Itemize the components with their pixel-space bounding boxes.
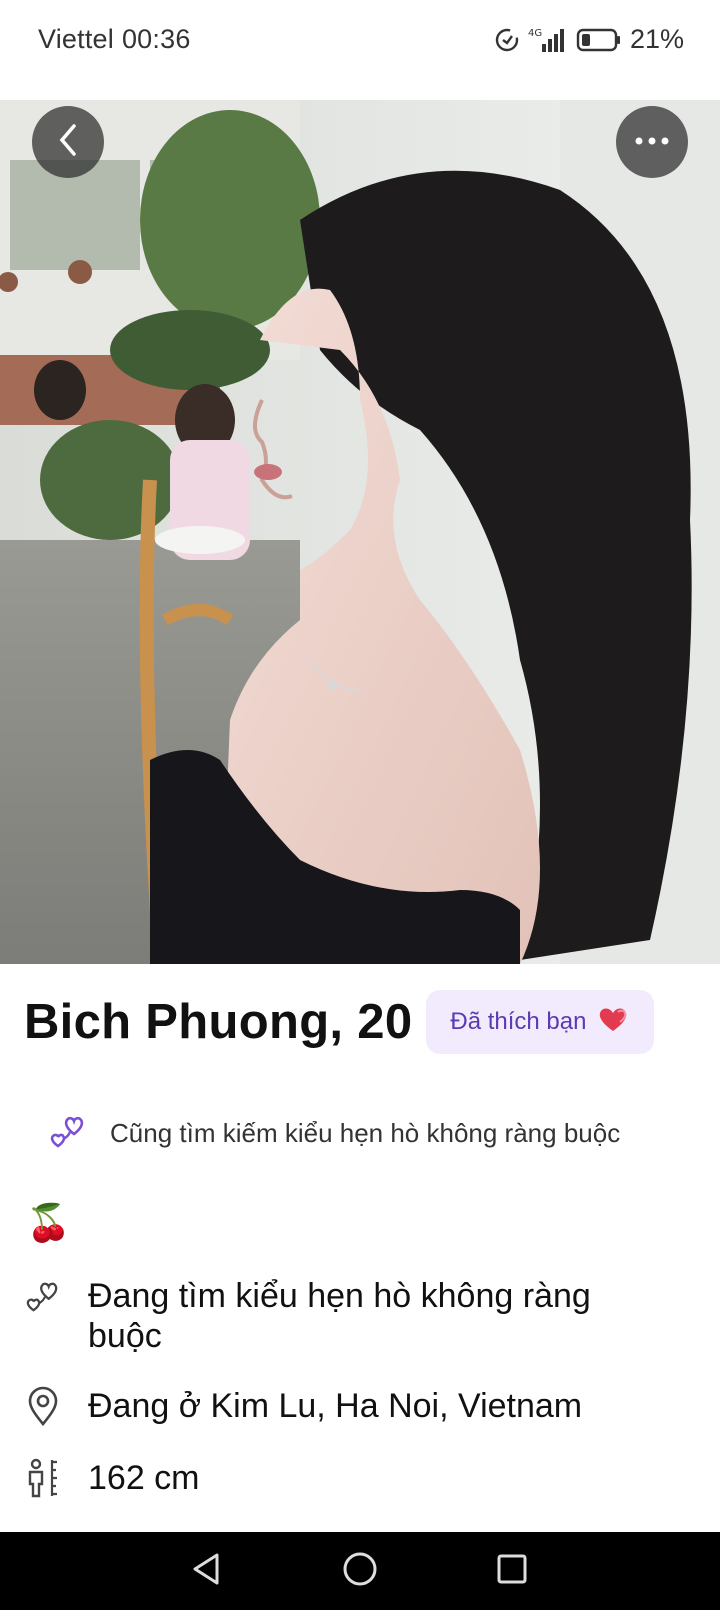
profile-name-age: Bich Phuong, 20 [24,995,413,1049]
hearts-link-icon [48,1112,88,1155]
status-bar: Viettel 00:36 4G 21% [0,0,720,100]
name-row: Bich Phuong, 20 Đã thích bạn [24,990,655,1054]
svg-text:4G: 4G [528,28,542,39]
carrier-name: Viettel [38,24,114,54]
hearts-outline-icon [24,1276,62,1323]
signal-icon: 4G [528,26,568,54]
photo-illustration [0,100,720,964]
data-saver-icon [494,27,520,53]
battery-percent: 21% [629,24,684,54]
clock: 00:36 [121,24,191,54]
nav-home-button[interactable] [320,1532,400,1610]
location-text: Đang ở Kim Lu, Ha Noi, Vietnam [88,1387,583,1425]
heart-icon [596,1004,630,1041]
status-left: Viettel 00:36 [38,24,191,55]
height-text: 162 cm [88,1459,200,1497]
nav-back-button[interactable] [166,1532,246,1610]
profile-photo[interactable] [0,100,720,964]
height-row: 162 cm [24,1458,668,1507]
looking-for-row: Đang tìm kiểu hẹn hò không ràng buộc [24,1276,668,1356]
location-pin-icon [24,1386,62,1435]
square-recent-icon [495,1552,529,1591]
cherry-emoji: 🍒 [26,1202,71,1243]
more-horizontal-icon [634,133,670,151]
battery-icon [576,27,622,53]
looking-for-text: Đang tìm kiểu hẹn hò không ràng buộc [88,1277,591,1355]
back-button[interactable] [32,106,104,178]
match-note-text: Cũng tìm kiếm kiểu hẹn hò không ràng buộ… [110,1118,621,1148]
height-ruler-icon [24,1458,62,1507]
match-note-row: Cũng tìm kiếm kiểu hẹn hò không ràng buộ… [48,1112,620,1155]
triangle-back-icon [189,1551,223,1592]
chevron-left-icon [56,122,80,163]
liked-you-badge: Đã thích bạn [426,990,655,1054]
more-options-button[interactable] [616,106,688,178]
liked-badge-label: Đã thích bạn [450,1008,587,1035]
circle-home-icon [342,1551,378,1592]
system-nav-bar [0,1532,720,1610]
status-right: 4G 21% [494,24,684,55]
nav-recents-button[interactable] [472,1532,552,1610]
location-row: Đang ở Kim Lu, Ha Noi, Vietnam [24,1386,668,1435]
